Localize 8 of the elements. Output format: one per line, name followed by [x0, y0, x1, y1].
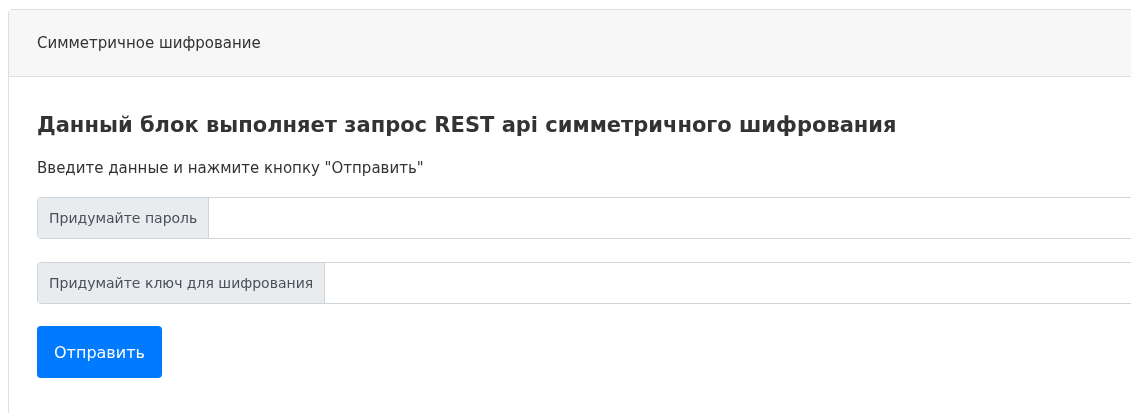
field-label: Придумайте пароль	[38, 198, 210, 238]
block-heading: Данный блок выполняет запрос REST api симметричного шифрования	[37, 113, 897, 137]
card-title: Симметричное шифрование	[37, 34, 261, 52]
submit-button[interactable]: Отправить	[37, 326, 162, 378]
input-field[interactable]: Придумайте пароль	[37, 197, 1131, 239]
instruction-text: Введите данные и нажмите кнопку "Отправить"	[37, 159, 424, 177]
input-field[interactable]: Придумайте ключ для шифрования	[37, 262, 1131, 304]
field-label: Придумайте ключ для шифрования	[38, 263, 326, 303]
